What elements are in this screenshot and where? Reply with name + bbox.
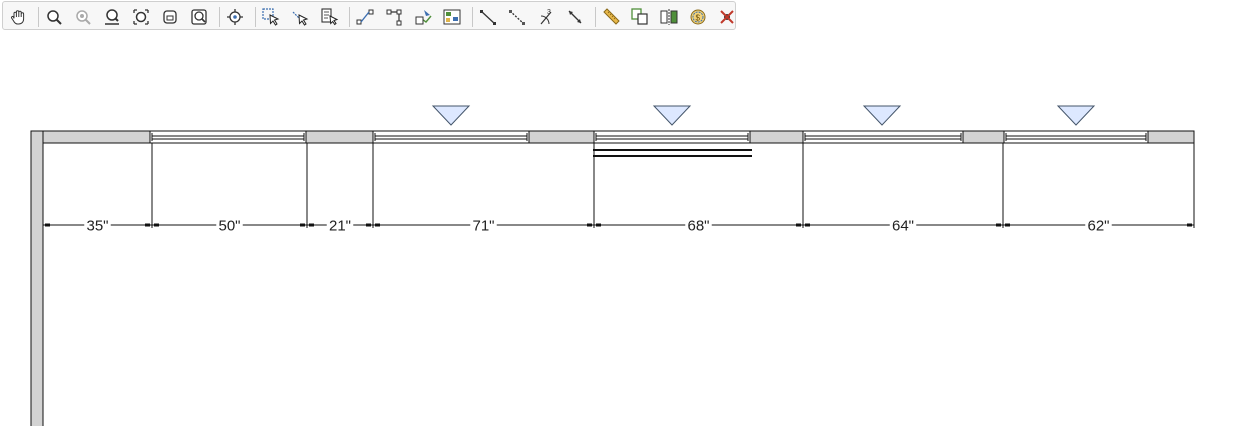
dimension-tick [366,223,371,227]
dimension-tick [587,223,592,227]
dimension-label: 35" [86,218,108,235]
dimension-label: 64" [892,218,914,235]
dimension-tick [796,223,801,227]
window[interactable] [802,130,964,144]
dimension-tick [996,223,1001,227]
dimension-tick [805,223,810,227]
window[interactable] [593,130,751,144]
dimension-tick [145,223,150,227]
dimension-tick [154,223,159,227]
plan-canvas: 35" 50" 21" 71" 68" 64" 62" [30,105,1195,426]
camera-marker[interactable] [431,105,471,126]
dimension-label: 50" [218,218,240,235]
wall-corner [32,132,42,142]
dimension-line-layer: 35" 50" 21" 71" 68" 64" 62" [43,217,1194,235]
sliding-door[interactable] [593,149,752,157]
window[interactable] [149,130,307,144]
dimension-tick [375,223,380,227]
left-wall[interactable] [30,130,44,426]
dimension-label: 71" [472,218,494,235]
window[interactable] [372,130,530,144]
dimension-tick [1005,223,1010,227]
camera-marker[interactable] [1056,105,1096,126]
camera-markers-layer [431,105,1096,126]
dimension-tick [1187,223,1192,227]
dimension-label: 21" [329,218,351,235]
dimension-tick [596,223,601,227]
window[interactable] [1003,130,1149,144]
camera-marker[interactable] [652,105,692,126]
dimension-tick [309,223,314,227]
dimension-label: 62" [1087,218,1109,235]
dimension-tick [300,223,305,227]
dimension-label: 68" [687,218,709,235]
dimension-tick [45,223,50,227]
camera-marker[interactable] [862,105,902,126]
